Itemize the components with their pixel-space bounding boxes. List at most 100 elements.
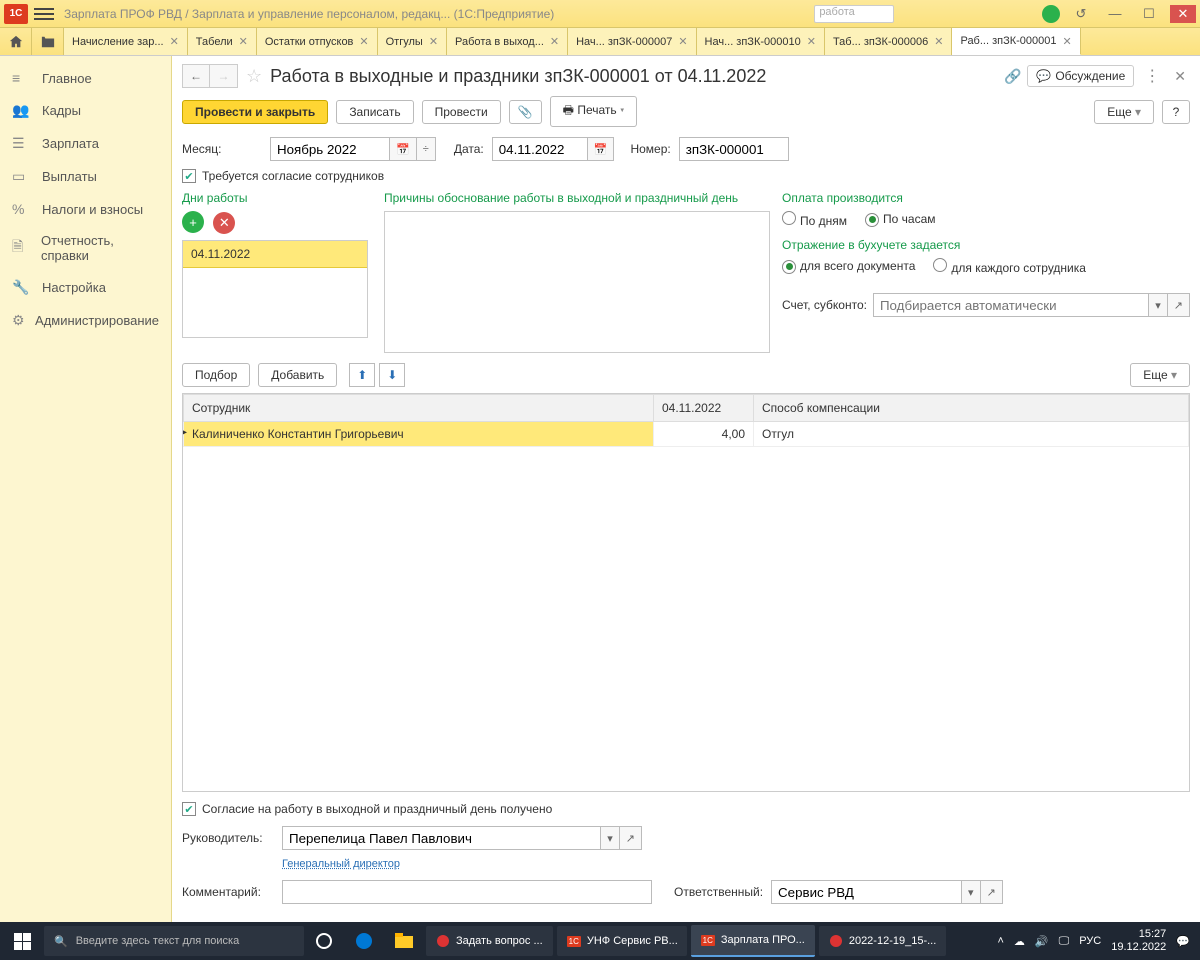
cell-hours[interactable]: 4,00 <box>654 422 754 447</box>
acc-whole-radio[interactable]: для всего документа <box>782 259 915 274</box>
select-button[interactable]: Подбор <box>182 363 250 387</box>
add-day-button[interactable]: + <box>182 211 204 233</box>
dropdown-icon[interactable]: ▾ <box>1149 293 1168 317</box>
tray-clock[interactable]: 15:27 19.12.2022 <box>1111 928 1166 954</box>
cell-compensation[interactable]: Отгул <box>754 422 1189 447</box>
close-icon[interactable]: ✕ <box>170 35 179 48</box>
close-icon[interactable]: ✕ <box>239 35 248 48</box>
taskbar-task-0[interactable]: Задать вопрос ... <box>426 926 553 956</box>
cell-employee[interactable]: Калиниченко Константин Григорьевич <box>184 422 654 447</box>
add-button[interactable]: Добавить <box>258 363 337 387</box>
favorites-icon[interactable] <box>32 28 64 55</box>
consent-received-checkbox[interactable]: ✔ <box>182 802 196 816</box>
start-button[interactable] <box>0 922 44 960</box>
open-icon[interactable]: ↗ <box>620 826 642 850</box>
stepper-icon[interactable]: ÷ <box>417 137 436 161</box>
taskbar-task-1[interactable]: 1CУНФ Сервис РВ... <box>557 926 687 956</box>
tray-lang[interactable]: РУС <box>1079 935 1101 947</box>
print-button[interactable]: 🖶 Печать <box>550 96 638 127</box>
sidebar-item-reports[interactable]: 🗎Отчетность, справки <box>0 225 171 271</box>
attach-button[interactable]: 📎 <box>509 100 542 124</box>
taskbar-edge-icon[interactable] <box>344 922 384 960</box>
star-icon[interactable]: ☆ <box>246 66 262 87</box>
tab-8[interactable]: Раб... зпЗК-000001✕ <box>952 28 1080 55</box>
back-button[interactable]: ← <box>182 64 210 88</box>
taskbar-explorer-icon[interactable] <box>384 922 424 960</box>
calendar-icon[interactable]: 📅 <box>588 137 615 161</box>
col-date[interactable]: 04.11.2022 <box>654 395 754 422</box>
close-icon[interactable]: ✕ <box>678 35 687 48</box>
window-maximize[interactable]: ☐ <box>1136 5 1162 23</box>
taskbar-task-3[interactable]: 2022-12-19_15-... <box>819 926 946 956</box>
sidebar-item-settings[interactable]: 🔧Настройка <box>0 271 171 304</box>
taskbar-search[interactable]: 🔍Введите здесь текст для поиска <box>44 926 304 956</box>
work-days-list[interactable]: 04.11.2022 <box>182 240 368 338</box>
sidebar-item-admin[interactable]: ⚙Администрирование <box>0 304 171 337</box>
open-icon[interactable]: ↗ <box>981 880 1003 904</box>
tray-notifications-icon[interactable]: 💬 <box>1176 935 1190 948</box>
tab-1[interactable]: Табели✕ <box>188 28 257 55</box>
discuss-button[interactable]: 💬Обсуждение <box>1027 65 1134 87</box>
tab-5[interactable]: Нач... зпЗК-000007✕ <box>568 28 696 55</box>
history-icon[interactable]: ↺ <box>1068 5 1094 23</box>
tab-4[interactable]: Работа в выход...✕ <box>447 28 568 55</box>
remove-day-button[interactable]: ✕ <box>213 212 235 234</box>
status-indicator-icon[interactable] <box>1042 5 1060 23</box>
calendar-icon[interactable]: 📅 <box>390 137 417 161</box>
tab-0[interactable]: Начисление зар...✕ <box>64 28 188 55</box>
manager-input[interactable] <box>282 826 601 850</box>
reason-textarea[interactable] <box>384 211 770 353</box>
responsible-input[interactable] <box>771 880 962 904</box>
tray-up-icon[interactable]: ˄ <box>997 935 1003 947</box>
tab-3[interactable]: Отгулы✕ <box>378 28 447 55</box>
post-and-close-button[interactable]: Провести и закрыть <box>182 100 328 124</box>
taskbar-cortana-icon[interactable] <box>304 922 344 960</box>
more-button-2[interactable]: Еще <box>1130 363 1190 387</box>
close-icon[interactable]: ✕ <box>1063 35 1072 48</box>
col-employee[interactable]: Сотрудник <box>184 395 654 422</box>
global-search[interactable]: работа <box>814 5 894 23</box>
sidebar-item-salary[interactable]: ☰Зарплата <box>0 127 171 160</box>
acc-each-radio[interactable]: для каждого сотрудника <box>933 258 1086 275</box>
home-icon[interactable] <box>0 28 32 55</box>
table-row[interactable]: Калиниченко Константин Григорьевич 4,00 … <box>184 422 1189 447</box>
comment-input[interactable] <box>282 880 652 904</box>
col-compensation[interactable]: Способ компенсации <box>754 395 1189 422</box>
by-hours-radio[interactable]: По часам <box>865 212 935 227</box>
close-doc-icon[interactable]: ✕ <box>1170 68 1190 85</box>
close-icon[interactable]: ✕ <box>934 35 943 48</box>
tab-6[interactable]: Нач... зпЗК-000010✕ <box>697 28 825 55</box>
number-input[interactable] <box>679 137 789 161</box>
dropdown-icon[interactable]: ▾ <box>962 880 981 904</box>
window-minimize[interactable]: — <box>1102 5 1128 23</box>
manager-title-link[interactable]: Генеральный директор <box>282 858 1190 870</box>
sidebar-item-main[interactable]: ≡Главное <box>0 62 171 94</box>
help-button[interactable]: ? <box>1162 100 1190 124</box>
tab-7[interactable]: Таб... зпЗК-000006✕ <box>825 28 953 55</box>
post-button[interactable]: Провести <box>422 100 501 124</box>
move-up-button[interactable]: ⬆ <box>349 363 375 387</box>
taskbar-task-2[interactable]: 1CЗарплата ПРО... <box>691 925 815 957</box>
hamburger-icon[interactable] <box>34 5 54 23</box>
consent-required-checkbox[interactable]: ✔ <box>182 169 196 183</box>
dropdown-icon[interactable]: ▾ <box>601 826 620 850</box>
employees-table[interactable]: Сотрудник 04.11.2022 Способ компенсации … <box>182 393 1190 792</box>
open-icon[interactable]: ↗ <box>1168 293 1190 317</box>
sidebar-item-payments[interactable]: ▭Выплаты <box>0 160 171 193</box>
work-day-item[interactable]: 04.11.2022 <box>183 241 367 268</box>
kebab-icon[interactable]: ⋮ <box>1140 66 1164 86</box>
tray-volume-icon[interactable]: 🔊 <box>1035 935 1049 948</box>
account-input[interactable] <box>873 293 1149 317</box>
close-icon[interactable]: ✕ <box>429 35 438 48</box>
window-close[interactable]: ✕ <box>1170 5 1196 23</box>
close-icon[interactable]: ✕ <box>807 35 816 48</box>
sidebar-item-taxes[interactable]: %Налоги и взносы <box>0 193 171 225</box>
close-icon[interactable]: ✕ <box>550 35 559 48</box>
save-button[interactable]: Записать <box>336 100 413 124</box>
month-input[interactable] <box>270 137 390 161</box>
link-icon[interactable]: 🔗 <box>1004 68 1021 85</box>
tray-cloud-icon[interactable]: ☁ <box>1014 935 1025 948</box>
more-button[interactable]: Еще <box>1094 100 1154 124</box>
forward-button[interactable]: → <box>210 64 238 88</box>
date-input[interactable] <box>492 137 588 161</box>
